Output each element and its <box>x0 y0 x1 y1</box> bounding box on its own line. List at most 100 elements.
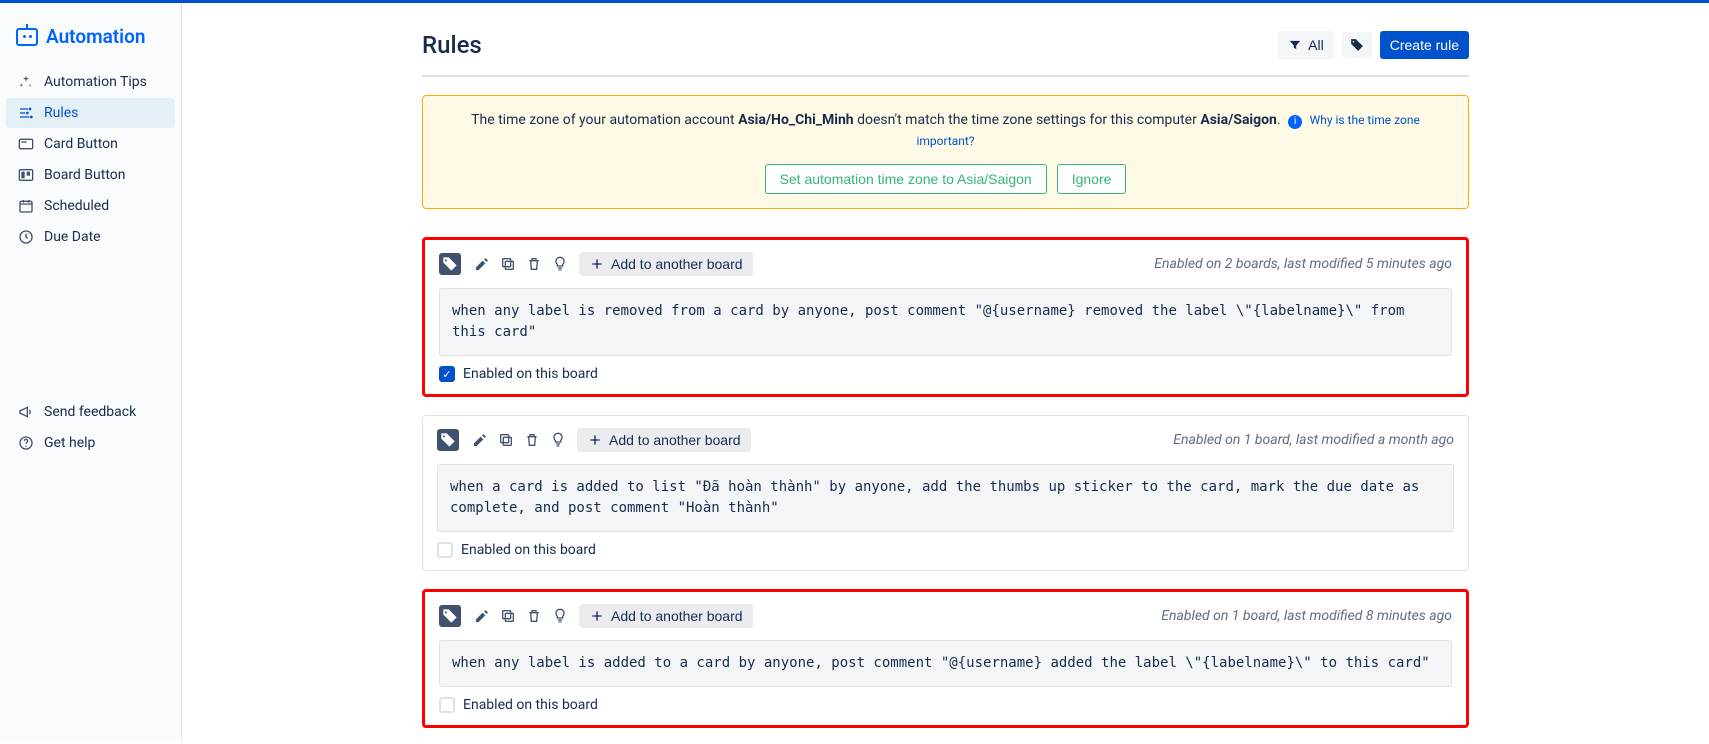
clock-icon <box>18 229 34 245</box>
add-to-board-button[interactable]: Add to another board <box>579 252 753 276</box>
create-rule-button[interactable]: Create rule <box>1380 31 1469 59</box>
rule-footer: Enabled on this board <box>439 366 1452 382</box>
filter-all-button[interactable]: All <box>1278 31 1334 59</box>
rules-list: Add to another board Enabled on 2 boards,… <box>422 237 1469 728</box>
sidebar-footer-send-feedback[interactable]: Send feedback <box>6 397 175 427</box>
sidebar: Automation Automation Tips Rules Card Butt… <box>0 3 182 741</box>
tag-icon <box>442 608 458 624</box>
bulb-icon <box>552 256 568 272</box>
edit-rule-button[interactable] <box>471 253 493 275</box>
sidebar-item-automation-tips[interactable]: Automation Tips <box>6 67 175 97</box>
add-to-board-label: Add to another board <box>611 256 743 272</box>
rule-body: when any label is removed from a card by… <box>439 288 1452 356</box>
help-icon <box>18 435 34 451</box>
rule-insights-button[interactable] <box>549 605 571 627</box>
clock-icon <box>18 229 34 245</box>
brand-header: Automation <box>0 19 181 66</box>
filter-all-label: All <box>1308 37 1324 53</box>
rule-footer: Enabled on this board <box>439 697 1452 713</box>
tag-icon <box>440 432 456 448</box>
copy-rule-button[interactable] <box>497 605 519 627</box>
sidebar-item-label: Due Date <box>44 229 101 245</box>
timezone-buttons: Set automation time zone to Asia/Saigon … <box>441 164 1450 194</box>
enabled-label: Enabled on this board <box>463 697 598 713</box>
nav-footer: Send feedback Get help <box>0 396 181 726</box>
sidebar-item-label: Card Button <box>44 136 118 152</box>
sparkle-icon <box>18 74 34 90</box>
tags-filter-button[interactable] <box>1342 32 1372 58</box>
add-to-board-button[interactable]: Add to another board <box>577 428 751 452</box>
nav-list: Automation Tips Rules Card Button Board But… <box>0 66 181 396</box>
enabled-label: Enabled on this board <box>461 542 596 558</box>
copy-icon <box>500 608 516 624</box>
rule-body: when any label is added to a card by any… <box>439 640 1452 687</box>
sidebar-item-due-date[interactable]: Due Date <box>6 222 175 252</box>
board-icon <box>18 167 34 183</box>
page-title: Rules <box>422 31 482 59</box>
edit-rule-button[interactable] <box>469 429 491 451</box>
delete-rule-button[interactable] <box>523 605 545 627</box>
timezone-banner: The time zone of your automation account… <box>422 95 1469 209</box>
sparkle-icon <box>18 74 34 90</box>
card-icon <box>18 136 34 152</box>
sidebar-footer-label: Send feedback <box>44 404 136 420</box>
info-icon: i <box>1288 115 1302 129</box>
rule-meta: Enabled on 2 boards, last modified 5 min… <box>1154 256 1452 272</box>
rule-footer: Enabled on this board <box>437 542 1454 558</box>
plus-icon <box>589 256 605 272</box>
megaphone-icon <box>18 404 34 420</box>
page-header: Rules All Create rule <box>422 31 1469 59</box>
edit-icon <box>472 432 488 448</box>
rule-header: Add to another boardEnabled on 1 board, … <box>439 604 1452 628</box>
sidebar-item-rules[interactable]: Rules <box>6 98 175 128</box>
header-divider <box>422 75 1469 77</box>
add-to-board-label: Add to another board <box>609 432 741 448</box>
ignore-timezone-button[interactable]: Ignore <box>1057 164 1127 194</box>
rule-card: Add to another boardEnabled on 1 board, … <box>422 589 1469 728</box>
trash-icon <box>524 432 540 448</box>
bulb-icon <box>550 432 566 448</box>
set-timezone-button[interactable]: Set automation time zone to Asia/Saigon <box>765 164 1047 194</box>
plus-icon <box>589 608 605 624</box>
sidebar-item-label: Scheduled <box>44 198 109 214</box>
sidebar-item-board-button[interactable]: Board Button <box>6 160 175 190</box>
add-to-board-button[interactable]: Add to another board <box>579 604 753 628</box>
enabled-checkbox[interactable] <box>439 697 455 713</box>
brand-label: Automation <box>46 25 145 48</box>
header-actions: All Create rule <box>1278 31 1469 59</box>
create-rule-label: Create rule <box>1390 37 1459 53</box>
add-to-board-label: Add to another board <box>611 608 743 624</box>
sidebar-footer-get-help[interactable]: Get help <box>6 428 175 458</box>
copy-rule-button[interactable] <box>497 253 519 275</box>
enabled-label: Enabled on this board <box>463 366 598 382</box>
sidebar-footer-label: Get help <box>44 435 95 451</box>
card-icon <box>18 136 34 152</box>
rule-meta: Enabled on 1 board, last modified a mont… <box>1173 432 1454 448</box>
robot-icon <box>16 28 38 46</box>
sliders-icon <box>18 105 34 121</box>
copy-rule-button[interactable] <box>495 429 517 451</box>
delete-rule-button[interactable] <box>523 253 545 275</box>
sidebar-item-label: Automation Tips <box>44 74 147 90</box>
sidebar-item-label: Board Button <box>44 167 125 183</box>
rule-insights-button[interactable] <box>547 429 569 451</box>
main-content: Rules All Create rule The time zone of y… <box>182 3 1709 741</box>
megaphone-icon <box>18 404 34 420</box>
trash-icon <box>526 256 542 272</box>
sidebar-item-card-button[interactable]: Card Button <box>6 129 175 159</box>
filter-icon <box>1288 38 1302 52</box>
enabled-checkbox[interactable] <box>439 366 455 382</box>
edit-rule-button[interactable] <box>471 605 493 627</box>
enabled-checkbox[interactable] <box>437 542 453 558</box>
trash-icon <box>526 608 542 624</box>
tag-icon <box>437 429 459 451</box>
sidebar-item-scheduled[interactable]: Scheduled <box>6 191 175 221</box>
rule-header: Add to another board Enabled on 2 boards,… <box>439 252 1452 276</box>
rule-card: Add to another board Enabled on 2 boards,… <box>422 237 1469 397</box>
rule-header: Add to another board Enabled on 1 board, … <box>437 428 1454 452</box>
delete-rule-button[interactable] <box>521 429 543 451</box>
plus-icon <box>587 432 603 448</box>
edit-icon <box>474 608 490 624</box>
tag-icon <box>439 605 461 627</box>
rule-insights-button[interactable] <box>549 253 571 275</box>
